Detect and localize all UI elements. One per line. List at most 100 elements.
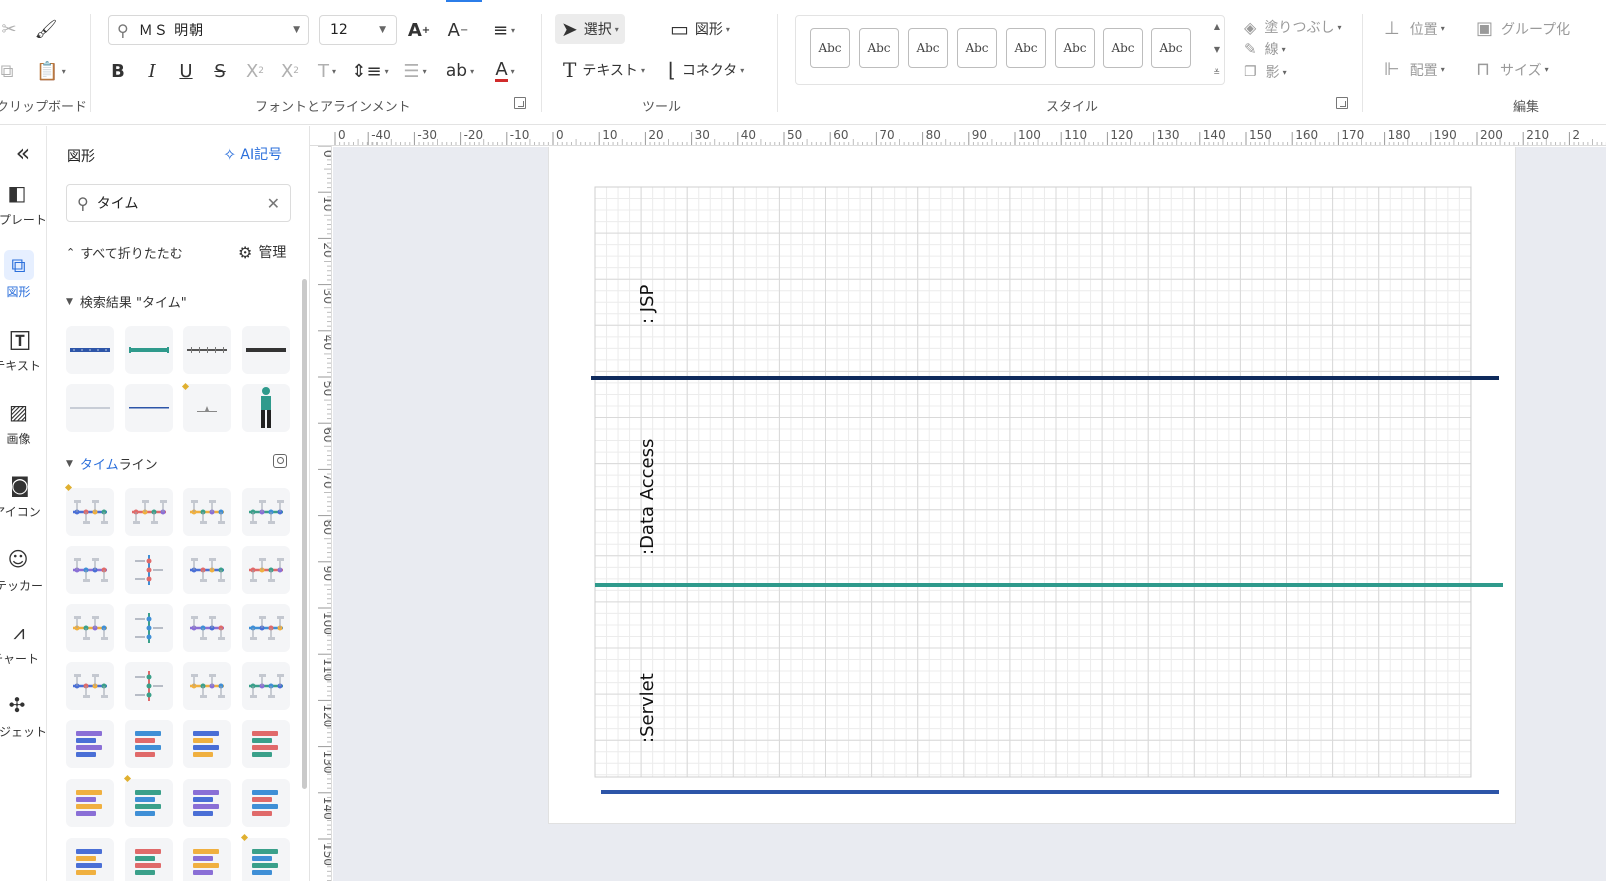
timeline-shape-tile[interactable] xyxy=(66,546,114,594)
ai-symbol-button[interactable]: ✧ AI記号 xyxy=(223,144,282,164)
timeline-shape-tile[interactable] xyxy=(125,604,173,652)
shape-tile[interactable] xyxy=(183,326,231,374)
library-user-icon[interactable] xyxy=(273,454,287,468)
rail-item-template[interactable]: ◧ テンプレート xyxy=(0,178,47,228)
text-align-icon[interactable]: ≡ ▾ xyxy=(486,17,522,43)
style-preset[interactable]: Abc xyxy=(810,28,850,68)
rail-item-widget[interactable]: ✣ ウィジェット xyxy=(0,690,47,740)
timeline-shape-tile[interactable] xyxy=(183,488,231,536)
timeline-shape-tile[interactable] xyxy=(125,838,173,881)
lane-label-data-access[interactable]: :Data Access xyxy=(637,439,658,555)
underline-icon[interactable]: U xyxy=(175,58,197,84)
collapse-sidebar-button[interactable]: « xyxy=(0,138,46,168)
collapse-all-button[interactable]: ⌃ すべて折りたたむ xyxy=(66,243,183,262)
rail-item-icons[interactable]: ◙ アイコン xyxy=(0,470,41,520)
strikethrough-icon[interactable]: S xyxy=(209,58,231,84)
line-spacing-icon[interactable]: ⇕≡ ▾ xyxy=(351,58,388,84)
lane-label-servlet[interactable]: :Servlet xyxy=(637,673,658,743)
timeline-shape-tile[interactable] xyxy=(183,662,231,710)
cut-icon[interactable]: ✂ xyxy=(0,16,22,42)
shape-tile[interactable] xyxy=(183,384,231,432)
size-button[interactable]: ⊓ サイズ ▾ xyxy=(1476,59,1549,80)
font-size-decrease-icon[interactable]: A − xyxy=(445,17,471,43)
timeline-shape-tile[interactable] xyxy=(242,546,290,594)
font-color-icon[interactable]: A ▾ xyxy=(487,58,523,84)
font-size-increase-icon[interactable]: A + xyxy=(406,17,432,43)
fill-button[interactable]: ◈ 塗りつぶし ▾ xyxy=(1244,17,1341,37)
timeline-shape-tile[interactable] xyxy=(66,662,114,710)
drawing-canvas[interactable]: : JSP :Data Access :Servlet xyxy=(333,147,1606,881)
timeline-shape-tile[interactable] xyxy=(242,838,290,881)
timeline-shape-tile[interactable] xyxy=(66,488,114,536)
shadow-button[interactable]: ❐ 影 ▾ xyxy=(1244,62,1287,82)
rail-item-image[interactable]: ▨ 画像 xyxy=(0,397,37,447)
rail-item-text[interactable]: 🅃 テキスト xyxy=(0,324,41,374)
rail-item-shapes[interactable]: ⧉ 図形 xyxy=(0,250,37,300)
timeline-shape-tile[interactable] xyxy=(125,488,173,536)
timeline-shape-tile[interactable] xyxy=(242,604,290,652)
manage-libraries-button[interactable]: ⚙ 管理 xyxy=(238,242,286,262)
style-preset[interactable]: Abc xyxy=(1103,28,1143,68)
timeline-shape-tile[interactable] xyxy=(125,546,173,594)
select-tool-button[interactable]: ➤ 選択 ▾ xyxy=(555,14,625,44)
italic-icon[interactable]: I xyxy=(141,58,163,84)
bullet-list-icon[interactable]: ☰ ▾ xyxy=(398,58,432,84)
clear-search-icon[interactable]: ✕ xyxy=(267,194,280,213)
timeline-shape-tile[interactable] xyxy=(242,662,290,710)
panel-scrollbar[interactable] xyxy=(302,279,307,789)
timeline-shape-tile[interactable] xyxy=(183,604,231,652)
timeline-shape-tile[interactable] xyxy=(242,488,290,536)
align-button[interactable]: ⊩ 配置 ▾ xyxy=(1384,59,1445,80)
style-preset[interactable]: Abc xyxy=(1055,28,1095,68)
timeline-shape-tile[interactable] xyxy=(125,720,173,768)
bold-icon[interactable]: B xyxy=(107,58,129,84)
text-tool-button[interactable]: T テキスト ▾ xyxy=(557,55,651,85)
shape-tile[interactable] xyxy=(66,326,114,374)
connector-tool-button[interactable]: ⌊ コネクタ ▾ xyxy=(662,55,750,85)
font-family-select[interactable]: ⚲ ＭＳ 明朝 ▼ xyxy=(108,15,309,45)
style-preset[interactable]: Abc xyxy=(957,28,997,68)
timeline-shape-tile[interactable] xyxy=(125,779,173,827)
shape-tile[interactable] xyxy=(125,326,173,374)
paste-icon[interactable]: 📋 ▾ xyxy=(33,58,69,84)
shape-search-input[interactable] xyxy=(96,195,267,211)
style-preset[interactable]: Abc xyxy=(859,28,899,68)
timeline-shape-tile[interactable] xyxy=(183,720,231,768)
format-painter-icon[interactable]: 🖌 xyxy=(33,16,59,42)
timeline-shape-tile[interactable] xyxy=(66,779,114,827)
rail-item-sticker[interactable]: ☺ ステッカー xyxy=(0,544,43,594)
style-preset[interactable]: Abc xyxy=(908,28,948,68)
copy-icon[interactable]: ⧉ xyxy=(0,58,20,84)
position-button[interactable]: ⊥ 位置 ▾ xyxy=(1384,18,1445,39)
search-results-section-header[interactable]: ▼ 検索結果 "タイム" xyxy=(66,292,187,311)
rail-item-chart[interactable]: ⩘ チャート xyxy=(0,617,39,667)
drawing-page[interactable]: : JSP :Data Access :Servlet xyxy=(548,147,1516,824)
timeline-shape-tile[interactable] xyxy=(242,720,290,768)
shape-tile[interactable] xyxy=(242,326,290,374)
superscript-icon[interactable]: X2 xyxy=(242,58,268,84)
timeline-section-header[interactable]: ▼ タイム ライン xyxy=(66,454,158,473)
timeline-shape-tile[interactable] xyxy=(125,662,173,710)
scroll-down-icon[interactable]: ▼ xyxy=(1214,45,1220,54)
subscript-icon[interactable]: X2 xyxy=(277,58,303,84)
timeline-shape-tile[interactable] xyxy=(66,720,114,768)
line-button[interactable]: ✎ 線 ▾ xyxy=(1244,39,1286,59)
shape-tile[interactable] xyxy=(242,384,290,432)
font-size-select[interactable]: 12 ▼ xyxy=(319,15,397,45)
text-highlight-icon[interactable]: ab ▾ xyxy=(442,58,478,84)
styles-dialog-launcher-icon[interactable] xyxy=(1336,97,1348,109)
scroll-up-icon[interactable]: ▲ xyxy=(1214,22,1220,31)
style-preset[interactable]: Abc xyxy=(1151,28,1191,68)
timeline-shape-tile[interactable] xyxy=(183,838,231,881)
text-case-icon[interactable]: T ▾ xyxy=(312,58,342,84)
timeline-shape-tile[interactable] xyxy=(66,838,114,881)
timeline-shape-tile[interactable] xyxy=(66,604,114,652)
lane-label-jsp[interactable]: : JSP xyxy=(637,285,658,324)
expand-gallery-icon[interactable]: ≚ xyxy=(1213,68,1220,77)
shape-tool-button[interactable]: ▭ 図形 ▾ xyxy=(664,14,736,44)
shape-tile[interactable] xyxy=(66,384,114,432)
font-dialog-launcher-icon[interactable] xyxy=(514,97,526,109)
timeline-shape-tile[interactable] xyxy=(183,779,231,827)
shape-tile[interactable] xyxy=(125,384,173,432)
timeline-shape-tile[interactable] xyxy=(242,779,290,827)
